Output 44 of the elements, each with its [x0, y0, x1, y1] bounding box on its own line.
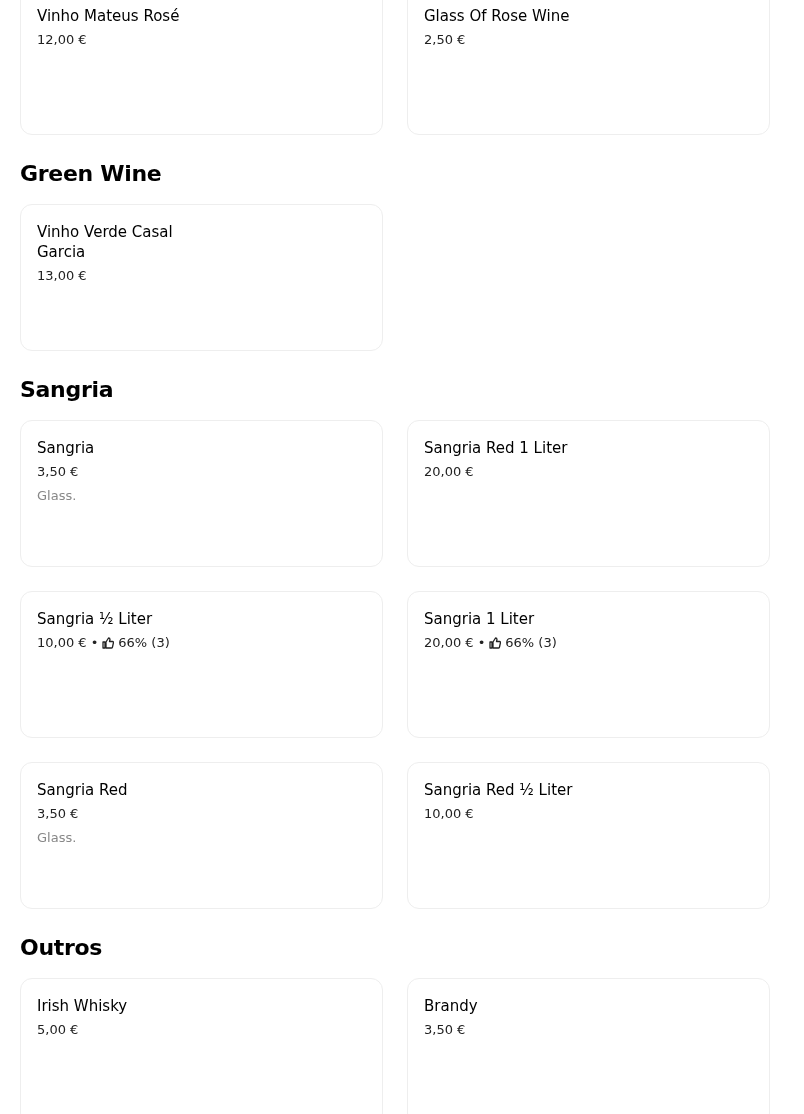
- separator: •: [90, 634, 99, 652]
- menu-item-card[interactable]: Sangria Red ½ Liter 10,00 €: [407, 762, 770, 909]
- item-price: 13,00 €: [37, 267, 87, 285]
- item-name: Brandy: [424, 996, 478, 1016]
- item-name: Vinho Verde Casal Garcia: [37, 222, 174, 262]
- item-price: 2,50 €: [424, 31, 466, 49]
- item-description: Glass.: [37, 487, 77, 505]
- thumbs-up-icon: [489, 637, 502, 649]
- section-heading: Sangria: [20, 377, 115, 402]
- menu-item-card[interactable]: Sangria ½ Liter 10,00 € • 66% (3): [20, 591, 383, 738]
- item-description: Glass.: [37, 829, 77, 847]
- item-price: 3,50 €: [37, 805, 79, 823]
- item-price: 20,00 €: [424, 634, 474, 652]
- separator: •: [477, 634, 486, 652]
- menu-item-card[interactable]: Sangria Red 1 Liter 20,00 €: [407, 420, 770, 567]
- item-name: Sangria 1 Liter: [424, 609, 535, 629]
- item-price: 10,00 €: [424, 805, 474, 823]
- menu-item-card[interactable]: Glass Of Rose Wine 2,50 €: [407, 0, 770, 135]
- item-price: 10,00 €: [37, 634, 87, 652]
- section-heading: Green Wine: [20, 161, 163, 186]
- item-price: 12,00 €: [37, 31, 87, 49]
- thumbs-up-icon: [102, 637, 115, 649]
- menu-item-card[interactable]: Brandy 3,50 €: [407, 978, 770, 1114]
- item-price: 3,50 €: [37, 463, 79, 481]
- item-name: Vinho Mateus Rosé: [37, 6, 180, 26]
- item-name: Sangria Red 1 Liter: [424, 438, 568, 458]
- item-rating: 66% (3): [505, 634, 557, 652]
- menu-item-card[interactable]: Irish Whisky 5,00 €: [20, 978, 383, 1114]
- menu-item-card[interactable]: Vinho Mateus Rosé 12,00 €: [20, 0, 383, 135]
- item-rating: 66% (3): [118, 634, 170, 652]
- menu-item-card[interactable]: Sangria 3,50 € Glass.: [20, 420, 383, 567]
- section-heading: Outros: [20, 935, 104, 960]
- item-name: Sangria Red ½ Liter: [424, 780, 573, 800]
- item-name: Glass Of Rose Wine: [424, 6, 570, 26]
- item-price: 3,50 €: [424, 1021, 466, 1039]
- item-name: Sangria Red: [37, 780, 128, 800]
- item-price: 5,00 €: [37, 1021, 79, 1039]
- item-name: Sangria ½ Liter: [37, 609, 153, 629]
- item-name: Sangria: [37, 438, 95, 458]
- menu-item-card[interactable]: Vinho Verde Casal Garcia 13,00 €: [20, 204, 383, 351]
- menu-item-card[interactable]: Sangria 1 Liter 20,00 € • 66% (3): [407, 591, 770, 738]
- item-price: 20,00 €: [424, 463, 474, 481]
- menu-item-card[interactable]: Sangria Red 3,50 € Glass.: [20, 762, 383, 909]
- item-name: Irish Whisky: [37, 996, 128, 1016]
